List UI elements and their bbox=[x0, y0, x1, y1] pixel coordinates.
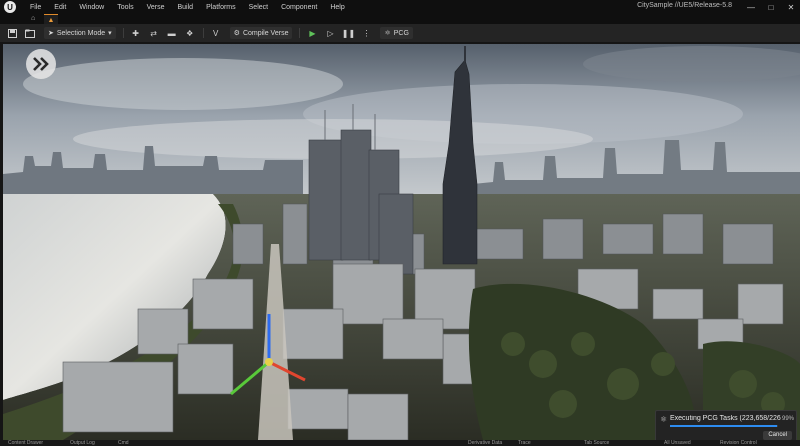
chevron-down-icon: ▾ bbox=[108, 30, 112, 37]
cinematics-icon[interactable]: ▬ bbox=[166, 27, 178, 39]
home-icon[interactable]: ⌂ bbox=[31, 15, 35, 22]
menu-tools[interactable]: Tools bbox=[117, 4, 133, 11]
pause-icon[interactable]: ❚❚ bbox=[342, 27, 355, 39]
trace-button[interactable]: Trace bbox=[518, 440, 531, 446]
double-chevron-right-icon bbox=[33, 57, 49, 71]
menu-verse[interactable]: Verse bbox=[147, 4, 165, 11]
selection-arrow-icon: ➤ bbox=[48, 30, 54, 37]
pcg-task-icon: ⚛ bbox=[660, 415, 668, 424]
city-scene-render bbox=[3, 44, 800, 440]
play-options-icon[interactable]: ⋮ bbox=[360, 27, 372, 39]
pcg-task-text: Executing PCG Tasks (223,658/226,0... bbox=[670, 415, 781, 422]
status-bar: Content Drawer Output Log Cmd Derivative… bbox=[0, 440, 800, 446]
content-browser-icon[interactable] bbox=[24, 27, 36, 39]
minimize-button[interactable]: — bbox=[746, 3, 756, 12]
modes-icon[interactable]: ❖ bbox=[184, 27, 196, 39]
pcg-progress-notification: ⚛ Executing PCG Tasks (223,658/226,0... … bbox=[655, 410, 797, 444]
level-viewport[interactable] bbox=[3, 44, 800, 440]
verse-icon[interactable]: V bbox=[210, 27, 222, 39]
toolbar-separator bbox=[202, 28, 204, 38]
cancel-button[interactable]: Cancel bbox=[763, 431, 792, 440]
main-toolbar: ➤ Selection Mode ▾ ✚ ⇄ ▬ ❖ V ⚙ Compile V… bbox=[0, 24, 800, 42]
compile-icon: ⚙ bbox=[233, 30, 240, 37]
save-icon[interactable] bbox=[6, 27, 18, 39]
compile-verse-label: Compile Verse bbox=[242, 29, 289, 37]
step-icon[interactable]: ▷ bbox=[324, 27, 336, 39]
window-controls: — □ ✕ bbox=[746, 0, 796, 14]
menu-help[interactable]: Help bbox=[330, 4, 344, 11]
menu-component[interactable]: Component bbox=[281, 4, 317, 11]
pcg-progress-bar bbox=[670, 425, 778, 427]
menu-window[interactable]: Window bbox=[79, 4, 104, 11]
viewport-options-toggle[interactable] bbox=[26, 49, 56, 79]
content-drawer-button[interactable]: Content Drawer bbox=[8, 440, 43, 446]
pcg-icon: ⚛ bbox=[384, 30, 391, 37]
pcg-progress-fill bbox=[670, 425, 777, 427]
play-icon[interactable]: ▶ bbox=[306, 27, 318, 39]
maximize-button[interactable]: □ bbox=[766, 3, 776, 12]
pcg-task-percent: 99% bbox=[781, 416, 794, 422]
menu-edit[interactable]: Edit bbox=[54, 4, 66, 11]
close-window-button[interactable]: ✕ bbox=[786, 3, 796, 12]
menu-select[interactable]: Select bbox=[249, 4, 268, 11]
menu-file[interactable]: File bbox=[30, 4, 41, 11]
pcg-label: PCG bbox=[393, 29, 409, 37]
derivative-data-button[interactable]: Derivative Data bbox=[468, 440, 502, 446]
output-log-button[interactable]: Output Log bbox=[70, 440, 95, 446]
menu-platforms[interactable]: Platforms bbox=[206, 4, 236, 11]
blueprint-icon[interactable]: ⇄ bbox=[148, 27, 160, 39]
all-unsaved-button[interactable]: All Unsaved bbox=[664, 440, 691, 446]
revision-control-button[interactable]: Revision Control bbox=[720, 440, 757, 446]
selection-mode-button[interactable]: ➤ Selection Mode ▾ bbox=[44, 27, 116, 39]
toolbar-separator bbox=[122, 28, 124, 38]
level-icon: ▲ bbox=[47, 16, 55, 24]
cmd-input[interactable]: Cmd bbox=[118, 440, 129, 446]
menu-build[interactable]: Build bbox=[178, 4, 194, 11]
selection-mode-label: Selection Mode bbox=[56, 29, 106, 37]
toolbar-separator bbox=[299, 28, 301, 38]
add-actor-icon[interactable]: ✚ bbox=[130, 27, 142, 39]
compile-verse-button[interactable]: ⚙ Compile Verse bbox=[229, 27, 293, 39]
tab-source-button[interactable]: Tab Source bbox=[584, 440, 609, 446]
level-tab-bar: ⌂ ▲ bbox=[0, 14, 800, 25]
pcg-button[interactable]: ⚛ PCG bbox=[380, 27, 413, 39]
unreal-logo-icon[interactable]: U bbox=[4, 1, 16, 13]
menu-bar: U File Edit Window Tools Verse Build Pla… bbox=[0, 0, 800, 14]
project-title: CitySample //UE5/Release-5.8 bbox=[637, 2, 732, 9]
